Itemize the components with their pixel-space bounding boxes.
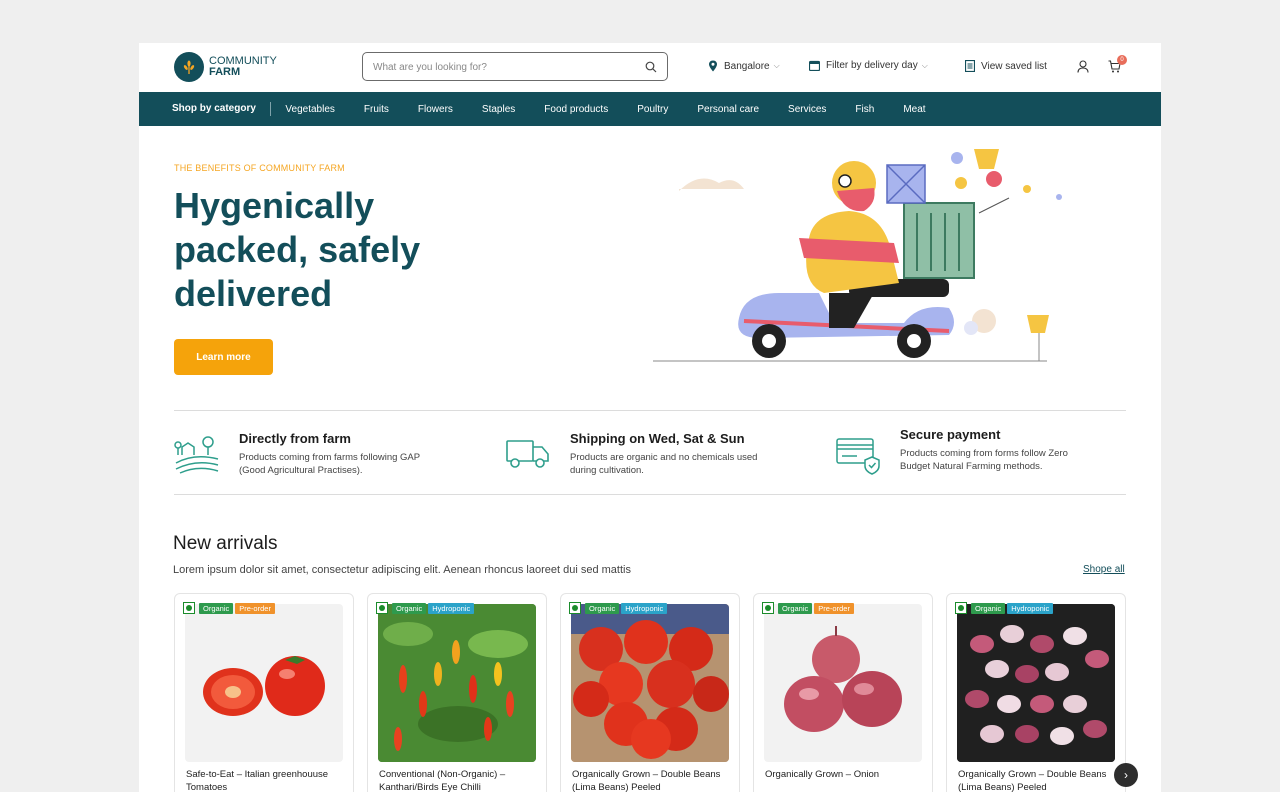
nav-item-staples[interactable]: Staples bbox=[467, 104, 529, 115]
veg-mark-icon bbox=[376, 602, 388, 614]
veg-mark-icon bbox=[569, 602, 581, 614]
badge-organic: Organic bbox=[392, 602, 427, 614]
nav-item-flowers[interactable]: Flowers bbox=[403, 104, 467, 115]
product-name[interactable]: Organically Grown – Double Beans (Lima B… bbox=[572, 769, 737, 792]
veg-mark-icon bbox=[762, 602, 774, 614]
feature-title: Shipping on Wed, Sat & Sun bbox=[570, 431, 745, 446]
product-card[interactable]: Organic Hydroponic Organically Grown – D… bbox=[946, 593, 1126, 792]
benefits-strip: Directly from farm Products coming from … bbox=[174, 410, 1126, 495]
nav-item-food-products[interactable]: Food products bbox=[530, 104, 623, 115]
badge-hydroponic: Hydroponic bbox=[428, 602, 475, 614]
logo[interactable]: COMMUNITY FARM bbox=[174, 52, 277, 82]
badge-organic: Organic bbox=[778, 602, 813, 614]
product-image-lima-beans[interactable] bbox=[957, 604, 1115, 762]
product-carousel: Organic Pre-order Safe-to-Eat – Italian … bbox=[174, 593, 1134, 792]
farm-icon bbox=[174, 436, 219, 474]
product-card[interactable]: Organic Pre-order Safe-to-Eat – Italian … bbox=[174, 593, 354, 792]
product-badges: Organic Pre-order bbox=[183, 602, 277, 614]
chevron-down-icon: ⌵ bbox=[921, 60, 928, 70]
wheat-logo-icon bbox=[174, 52, 204, 82]
learn-more-button[interactable]: Learn more bbox=[174, 339, 273, 375]
product-badges: Organic Pre-order bbox=[762, 602, 856, 614]
nav-item-meat[interactable]: Meat bbox=[889, 104, 940, 115]
product-card[interactable]: Organic Hydroponic Conventional (Non-Org… bbox=[367, 593, 547, 792]
badge-hydroponic: Hydroponic bbox=[1007, 602, 1054, 614]
delivery-filter-label: Filter by delivery day bbox=[826, 60, 918, 71]
product-name[interactable]: Organically Grown – Double Beans (Lima B… bbox=[958, 769, 1123, 792]
delivery-day-filter[interactable]: Filter by delivery day ⌵ bbox=[809, 60, 928, 71]
nav-item-personal-care[interactable]: Personal care bbox=[683, 104, 774, 115]
feature-description: Products coming from forms follow Zero B… bbox=[900, 448, 1068, 472]
badge-organic: Organic bbox=[585, 602, 620, 614]
product-name[interactable]: Conventional (Non-Organic) – Kanthari/Bi… bbox=[379, 769, 544, 792]
veg-mark-icon bbox=[955, 602, 967, 614]
feature-title: Directly from farm bbox=[239, 431, 351, 446]
cart-count-badge: 0 bbox=[1117, 55, 1127, 65]
badge-organic: Organic bbox=[199, 602, 234, 614]
product-card[interactable]: Organic Hydroponic Organically Grown – D… bbox=[560, 593, 740, 792]
product-name[interactable]: Organically Grown – Onion bbox=[765, 769, 930, 782]
saved-list-link[interactable]: View saved list bbox=[965, 60, 1047, 72]
location-pin-icon bbox=[709, 60, 717, 72]
badge-organic: Organic bbox=[971, 602, 1006, 614]
nav-item-services[interactable]: Services bbox=[774, 104, 841, 115]
chevron-down-icon: ⌵ bbox=[773, 61, 780, 70]
product-badges: Organic Hydroponic bbox=[376, 602, 476, 614]
location-label: Bangalore bbox=[724, 60, 770, 72]
feature-title: Secure payment bbox=[900, 427, 1001, 442]
brand-line-2: FARM bbox=[209, 66, 241, 78]
hero-title: Hygenically packed, safely delivered bbox=[174, 185, 421, 314]
product-image-tomatoes[interactable] bbox=[185, 604, 343, 762]
search-input[interactable] bbox=[373, 59, 633, 75]
badge-pre-order: Pre-order bbox=[235, 602, 275, 614]
product-image-chilli[interactable] bbox=[378, 604, 536, 762]
section-title: New arrivals bbox=[173, 533, 278, 554]
product-image-onion[interactable] bbox=[764, 604, 922, 762]
product-image-tomato-pile[interactable] bbox=[571, 604, 729, 762]
header: COMMUNITY FARM Bangalore ⌵ Filter by del… bbox=[139, 43, 1161, 92]
feature-description: Products are organic and no chemicals us… bbox=[570, 452, 758, 476]
location-selector[interactable]: Bangalore ⌵ bbox=[708, 60, 780, 72]
user-icon bbox=[1077, 60, 1089, 73]
product-name[interactable]: Safe-to-Eat – Italian greenhouuse Tomato… bbox=[186, 769, 351, 792]
cart-button[interactable]: 0 bbox=[1108, 55, 1127, 73]
account-button[interactable] bbox=[1077, 60, 1095, 73]
chevron-right-icon: › bbox=[1124, 768, 1128, 782]
nav-item-fish[interactable]: Fish bbox=[841, 104, 889, 115]
search-icon[interactable] bbox=[645, 60, 659, 74]
nav-item-vegetables[interactable]: Vegetables bbox=[271, 104, 350, 115]
section-subtitle: Lorem ipsum dolor sit amet, consectetur … bbox=[173, 564, 631, 576]
shop-by-category-button[interactable]: Shop by category bbox=[139, 102, 271, 116]
list-icon bbox=[965, 60, 975, 72]
secure-card-icon bbox=[836, 438, 880, 475]
badge-hydroponic: Hydroponic bbox=[621, 602, 668, 614]
product-badges: Organic Hydroponic bbox=[569, 602, 669, 614]
nav-item-poultry[interactable]: Poultry bbox=[623, 104, 683, 115]
category-nav: Shop by category Vegetables Fruits Flowe… bbox=[139, 92, 1161, 126]
shop-all-link[interactable]: Shope all bbox=[1083, 564, 1125, 575]
search-box bbox=[362, 52, 668, 81]
delivery-scooter-illustration bbox=[653, 149, 1062, 362]
veg-mark-icon bbox=[183, 602, 195, 614]
page: COMMUNITY FARM Bangalore ⌵ Filter by del… bbox=[139, 43, 1161, 792]
saved-list-label: View saved list bbox=[981, 60, 1047, 72]
product-card[interactable]: Organic Pre-order Organically Grown – On… bbox=[753, 593, 933, 792]
badge-pre-order: Pre-order bbox=[814, 602, 854, 614]
carousel-next-button[interactable]: › bbox=[1114, 763, 1138, 787]
nav-item-fruits[interactable]: Fruits bbox=[349, 104, 403, 115]
calendar-icon bbox=[809, 60, 820, 71]
product-badges: Organic Hydroponic bbox=[955, 602, 1055, 614]
feature-description: Products coming from farms following GAP… bbox=[239, 452, 420, 476]
hero-eyebrow: THE BENEFITS OF COMMUNITY FARM bbox=[174, 163, 345, 173]
truck-icon bbox=[506, 440, 549, 468]
